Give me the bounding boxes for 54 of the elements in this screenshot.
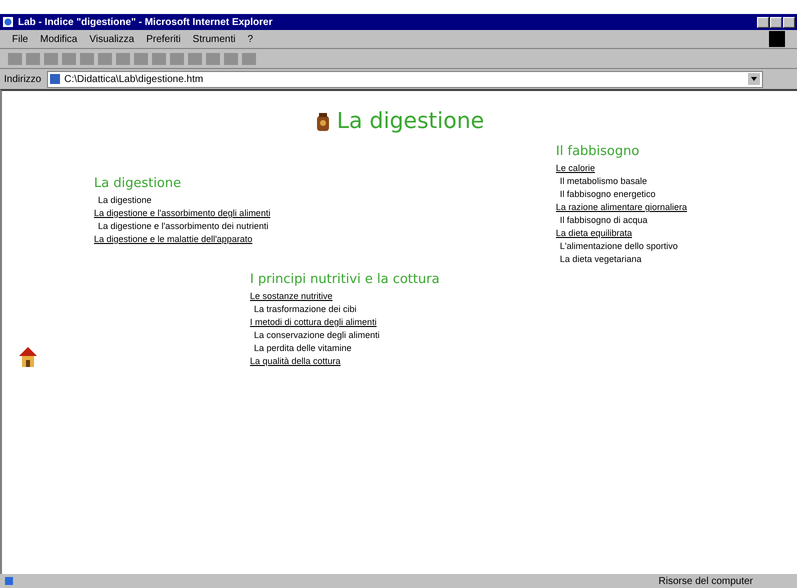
topic-text: La conservazione degli alimenti — [253, 329, 381, 342]
topic-link[interactable]: La razione alimentare giornaliera — [556, 201, 687, 214]
toolbar-button[interactable] — [80, 52, 94, 64]
address-field[interactable]: C:\Didattica\Lab\digestione.htm — [47, 70, 763, 88]
close-button[interactable] — [783, 16, 795, 28]
topic-text: Il fabbisogno di acqua — [558, 214, 648, 227]
menu-item[interactable]: Strumenti — [192, 34, 236, 44]
page-title: La digestione — [336, 109, 484, 134]
topic-text: La digestione — [97, 194, 153, 207]
page-icon — [4, 576, 14, 586]
menu-item[interactable]: Preferiti — [146, 34, 181, 44]
topic-link[interactable]: La qualità della cottura — [250, 355, 440, 368]
topic-link[interactable]: La digestione e l'assorbimento degli alimenti — [94, 207, 270, 220]
topic-link[interactable]: Le sostanze nutritive — [250, 290, 440, 303]
topic-text: La dieta vegetariana — [558, 253, 642, 266]
toolbar-button[interactable] — [8, 52, 22, 64]
page-icon — [50, 74, 60, 84]
maximize-button[interactable] — [770, 16, 782, 28]
toolbar-button[interactable] — [152, 52, 166, 64]
section-heading: I principi nutritivi e la cottura — [250, 272, 440, 287]
menu-item[interactable]: ? — [247, 34, 254, 44]
browser-icon — [2, 16, 14, 28]
toolbar-button[interactable] — [206, 52, 220, 64]
section-heading: Il fabbisogno — [556, 144, 640, 159]
toolbar-button[interactable] — [170, 52, 184, 64]
toolbar-button[interactable] — [242, 52, 256, 64]
topic-link[interactable]: La digestione e le malattie dell'apparato — [94, 233, 270, 246]
topic-text: La perdita delle vitamine — [253, 342, 353, 355]
address-label: Indirizzo — [4, 74, 42, 84]
minimize-button[interactable] — [757, 16, 769, 28]
topic-link[interactable]: I metodi di cottura degli alimenti — [250, 316, 440, 329]
status-zone: Risorse del computer — [658, 576, 753, 586]
menu-item[interactable]: Visualizza — [89, 34, 134, 44]
toolbar-button[interactable] — [44, 52, 58, 64]
home-icon[interactable] — [18, 346, 38, 368]
topic-text: La trasformazione dei cibi — [253, 303, 358, 316]
menu-item[interactable]: Modifica — [40, 34, 78, 44]
toolbar-button[interactable] — [134, 52, 148, 64]
menu-item[interactable]: File — [12, 34, 28, 44]
topic-text: Il metabolismo basale — [558, 175, 648, 188]
topic-text: Il fabbisogno energetico — [558, 188, 656, 201]
toolbar-button[interactable] — [26, 52, 40, 64]
toolbar-button[interactable] — [116, 52, 130, 64]
topic-link[interactable]: La dieta equilibrata — [556, 227, 687, 240]
toolbar-button[interactable] — [188, 52, 202, 64]
toolbar-button[interactable] — [62, 52, 76, 64]
topic-text: La digestione e l'assorbimento dei nutrienti — [97, 220, 270, 233]
toolbar-button[interactable] — [98, 52, 112, 64]
topic-link[interactable]: Le calorie — [556, 162, 687, 175]
toolbar-button[interactable] — [224, 52, 238, 64]
window-title: Lab - Indice "digestione" - Microsoft Internet Explorer — [18, 16, 273, 28]
section-heading: La digestione — [94, 176, 182, 191]
jar-icon — [314, 112, 331, 132]
topic-text: L'alimentazione dello sportivo — [558, 240, 679, 253]
